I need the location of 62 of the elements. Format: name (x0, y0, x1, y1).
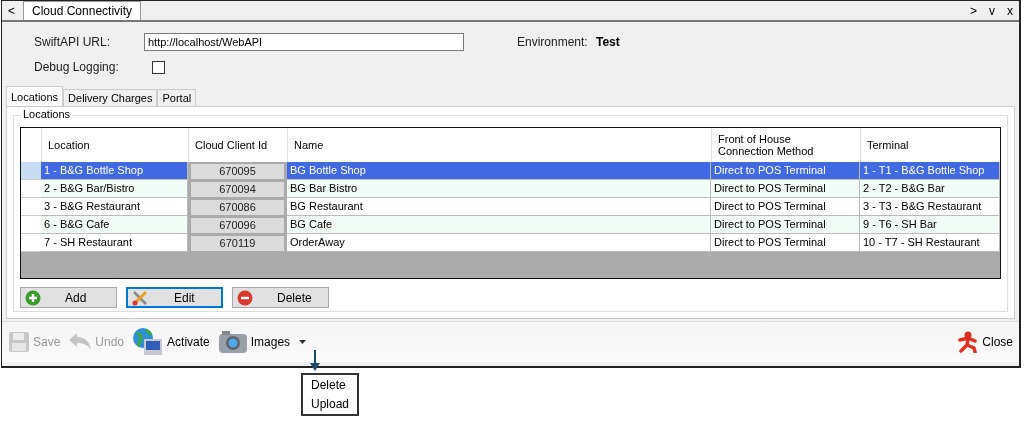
table-cell: 670119 (190, 235, 285, 252)
table-cell: OrderAway (287, 234, 711, 252)
table-cell: 6 - B&G Cafe (41, 216, 188, 234)
url-field[interactable]: http://localhost/WebAPI (144, 33, 464, 51)
group-title: Locations (21, 108, 73, 120)
environment-label: Environment: (517, 35, 589, 49)
plus-icon (25, 289, 41, 306)
activate-button[interactable]: Activate (132, 327, 210, 357)
strip-control-button[interactable]: x (1001, 1, 1019, 20)
row-header[interactable] (21, 234, 41, 252)
strip-control-button[interactable]: v (983, 1, 1001, 20)
table-cell: Direct to POS Terminal (711, 216, 860, 234)
table-cell: 3 - T3 - B&G Restaurant (860, 198, 1000, 216)
column-header[interactable]: Cloud Client Id (188, 128, 287, 162)
page-tab[interactable]: Delivery Charges (63, 89, 158, 106)
page-tab[interactable]: Portal (157, 89, 197, 106)
table-cell: BG Cafe (287, 216, 711, 234)
table-cell: BG Bar Bistro (287, 180, 711, 198)
close-button[interactable]: Close (957, 331, 1013, 353)
minus-icon (237, 289, 253, 306)
edit-button[interactable]: Edit (126, 287, 223, 308)
url-label: SwiftAPI URL: (34, 35, 112, 49)
images-button[interactable]: Images (217, 330, 307, 354)
table-cell: 670086 (190, 199, 285, 216)
delete-button[interactable]: Delete (232, 287, 329, 308)
table-cell: 7 - SH Restaurant (41, 234, 188, 252)
table-cell: 1 - B&G Bottle Shop (41, 162, 188, 180)
table-cell: 670096 (190, 217, 285, 234)
document-tab[interactable]: Cloud Connectivity (23, 1, 142, 20)
table-cell: 670094 (190, 181, 285, 198)
table-cell: BG Restaurant (287, 198, 711, 216)
row-header[interactable] (21, 216, 41, 234)
running-figure-icon (957, 331, 980, 353)
table-cell: 1 - T1 - B&G Bottle Shop (860, 162, 1000, 180)
menu-item[interactable]: Delete (311, 377, 350, 393)
table-cell: Direct to POS Terminal (711, 162, 860, 180)
environment-value: Test (595, 35, 621, 49)
pointer-arrow (310, 350, 320, 372)
table-cell: 9 - T6 - SH Bar (860, 216, 1000, 234)
table-cell: BG Bottle Shop (287, 162, 711, 180)
debug-logging-checkbox[interactable] (152, 60, 165, 74)
strip-control-button[interactable]: > (964, 1, 983, 20)
table-cell: Direct to POS Terminal (711, 198, 860, 216)
table-cell: 3 - B&G Restaurant (41, 198, 188, 216)
table-cell: Direct to POS Terminal (711, 234, 860, 252)
tools-icon (132, 289, 150, 306)
row-header[interactable] (21, 162, 41, 180)
undo-arrow-icon (68, 332, 93, 352)
debug-logging-label: Debug Logging: (34, 60, 120, 74)
add-button[interactable]: Add (20, 287, 117, 308)
page-tab[interactable]: Locations (6, 86, 64, 106)
camera-icon (217, 330, 248, 354)
table-cell: 2 - T2 - B&G Bar (860, 180, 1000, 198)
table-cell: Direct to POS Terminal (711, 180, 860, 198)
globe-computer-icon (132, 327, 165, 357)
menu-item[interactable]: Upload (311, 396, 350, 412)
table-cell: 2 - B&G Bar/Bistro (41, 180, 188, 198)
row-header[interactable] (21, 198, 41, 216)
table-cell: 10 - T7 - SH Restaurant (860, 234, 1000, 252)
row-header[interactable] (21, 180, 41, 198)
table-cell: 670095 (190, 163, 285, 180)
back-button[interactable]: < (2, 1, 21, 20)
